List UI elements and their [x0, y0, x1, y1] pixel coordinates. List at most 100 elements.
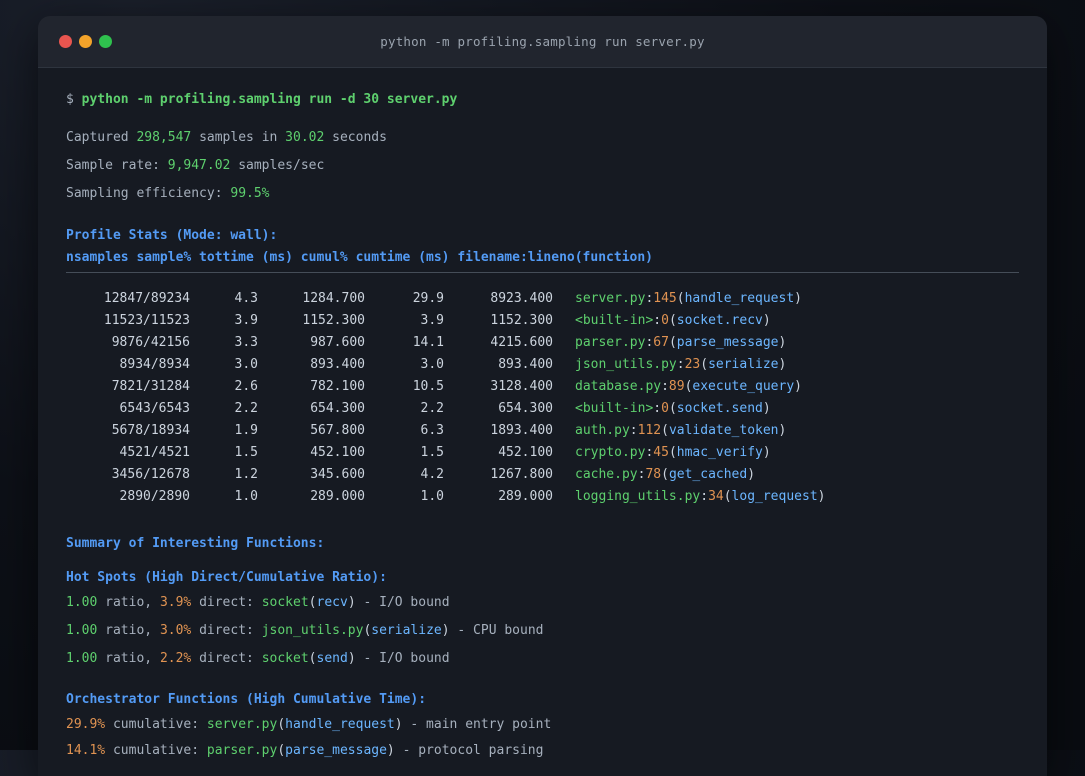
sample-pct-cell: 1.9 — [234, 423, 258, 438]
cumtime-cell: 1893.400 — [490, 423, 553, 438]
cumtime-cell: 289.000 — [498, 489, 553, 504]
sample-pct-cell: 1.0 — [234, 489, 258, 504]
cumulative-pct: 29.9% — [66, 717, 106, 732]
direct-pct: 3.9% — [159, 595, 192, 610]
cumtime-cell: 893.400 — [498, 357, 553, 372]
tottime-cell: 782.100 — [310, 379, 365, 394]
ratio-label: ratio, — [97, 595, 160, 610]
cumtime-cell: 8923.400 — [490, 291, 553, 306]
function-ref: crypto.py:45(hmac_verify) — [575, 445, 771, 460]
sample-pct-cell: 1.5 — [234, 445, 258, 460]
tottime-cell: 893.400 — [310, 357, 365, 372]
nsamples-cell: 8934/8934 — [119, 357, 190, 372]
cumulative-pct: 14.1% — [66, 743, 106, 758]
open-paren: ( — [676, 291, 685, 306]
close-paren: ) — [762, 445, 771, 460]
seconds-label: seconds — [324, 130, 387, 145]
function-ref: <built-in>:0(socket.recv) — [575, 313, 771, 328]
function-name: serialize — [371, 623, 442, 638]
stats-row: 9876/42156 3.3 987.600 14.1 4215.600 parser.p… — [66, 332, 1019, 354]
cumtime-cell: 4215.600 — [490, 335, 553, 350]
captured-label: Captured — [66, 130, 137, 145]
cumul-pct-cell: 3.0 — [420, 357, 444, 372]
function-name: validate_token — [668, 423, 779, 438]
function-ref: cache.py:78(get_cached) — [575, 467, 755, 482]
sample-rate-label: Sample rate: — [66, 158, 168, 173]
open-paren: ( — [668, 335, 677, 350]
orchestrator-line: 29.9% cumulative: server.py(handle_reque… — [66, 715, 1019, 735]
nsamples-cell: 12847/89234 — [103, 291, 190, 306]
hot-spot-line: 1.00 ratio, 3.0% direct: json_utils.py(s… — [66, 621, 1019, 641]
close-paren: ) — [762, 313, 771, 328]
ratio-value: 1.00 — [66, 623, 98, 638]
orchestrator-list: 29.9% cumulative: server.py(handle_reque… — [66, 715, 1019, 761]
function-ref: <built-in>:0(socket.send) — [575, 401, 771, 416]
line-number: 0 — [661, 313, 669, 328]
function-ref: auth.py:112(validate_token) — [575, 423, 786, 438]
open-paren: ( — [700, 357, 709, 372]
function-name: parse_message — [285, 743, 387, 758]
stats-table-header: nsamples sample% tottime (ms) cumul% cum… — [66, 250, 653, 265]
open-paren: ( — [277, 717, 286, 732]
colon: : — [661, 379, 669, 394]
summary-heading: Summary of Interesting Functions: — [66, 536, 325, 551]
cumul-pct-cell: 4.2 — [420, 467, 444, 482]
file-name: cache.py — [575, 467, 638, 482]
stats-row: 6543/6543 2.2 654.300 2.2 654.300 <built-in>:… — [66, 398, 1019, 420]
close-button[interactable] — [59, 35, 72, 48]
nsamples-cell: 2890/2890 — [119, 489, 190, 504]
terminal-content[interactable]: $ python -m profiling.sampling run -d 30… — [38, 68, 1047, 761]
sample-pct-cell: 2.6 — [234, 379, 258, 394]
minimize-button[interactable] — [79, 35, 92, 48]
bound-note: - I/O bound — [355, 595, 450, 610]
cumul-pct-cell: 6.3 — [420, 423, 444, 438]
titlebar[interactable]: python -m profiling.sampling run server.… — [38, 16, 1047, 68]
samples-count: 298,547 — [136, 130, 192, 145]
function-ref: json_utils.py:23(serialize) — [575, 357, 786, 372]
shell-prompt: $ — [66, 92, 82, 107]
file-name: database.py — [575, 379, 662, 394]
maximize-button[interactable] — [99, 35, 112, 48]
close-paren: ) — [394, 717, 403, 732]
tottime-cell: 452.100 — [310, 445, 365, 460]
direct-label: direct: — [191, 595, 262, 610]
nsamples-cell: 7821/31284 — [111, 379, 190, 394]
sample-rate-line: Sample rate: 9,947.02 samples/sec — [66, 156, 1019, 176]
ratio-label: ratio, — [97, 651, 160, 666]
nsamples-cell: 6543/6543 — [119, 401, 190, 416]
sample-pct-cell: 2.2 — [234, 401, 258, 416]
colon: : — [629, 423, 638, 438]
sample-rate-unit: samples/sec — [230, 158, 325, 173]
file-name: logging_utils.py — [575, 489, 701, 504]
tottime-cell: 1284.700 — [302, 291, 365, 306]
function-name: socket.recv — [676, 313, 763, 328]
colon: : — [676, 357, 685, 372]
tottime-cell: 654.300 — [310, 401, 365, 416]
duration-value: 30.02 — [285, 130, 325, 145]
file-name: json_utils.py — [261, 623, 364, 638]
bound-note: - I/O bound — [355, 651, 450, 666]
colon: : — [653, 313, 662, 328]
close-paren: ) — [347, 651, 356, 666]
captured-mid-label: samples in — [191, 130, 286, 145]
ratio-label: ratio, — [97, 623, 160, 638]
nsamples-cell: 5678/18934 — [111, 423, 190, 438]
cumul-pct-cell: 1.0 — [420, 489, 444, 504]
window-title: python -m profiling.sampling run server.… — [380, 34, 705, 49]
command-text: python -m profiling.sampling run -d 30 s… — [81, 92, 458, 107]
stats-row: 5678/18934 1.9 567.800 6.3 1893.400 auth.py:1… — [66, 420, 1019, 442]
captured-line: Captured 298,547 samples in 30.02 second… — [66, 128, 1019, 148]
file-name: socket — [261, 595, 309, 610]
close-paren: ) — [778, 335, 787, 350]
direct-pct: 2.2% — [159, 651, 192, 666]
function-name: parse_message — [676, 335, 779, 350]
hot-spot-line: 1.00 ratio, 2.2% direct: socket(send) - … — [66, 649, 1019, 669]
cumul-pct-cell: 10.5 — [412, 379, 444, 394]
open-paren: ( — [668, 401, 677, 416]
file-name: server.py — [206, 717, 278, 732]
line-number: 0 — [661, 401, 669, 416]
ratio-value: 1.00 — [66, 651, 98, 666]
close-paren: ) — [441, 623, 450, 638]
file-name: parser.py — [206, 743, 278, 758]
open-paren: ( — [661, 467, 669, 482]
